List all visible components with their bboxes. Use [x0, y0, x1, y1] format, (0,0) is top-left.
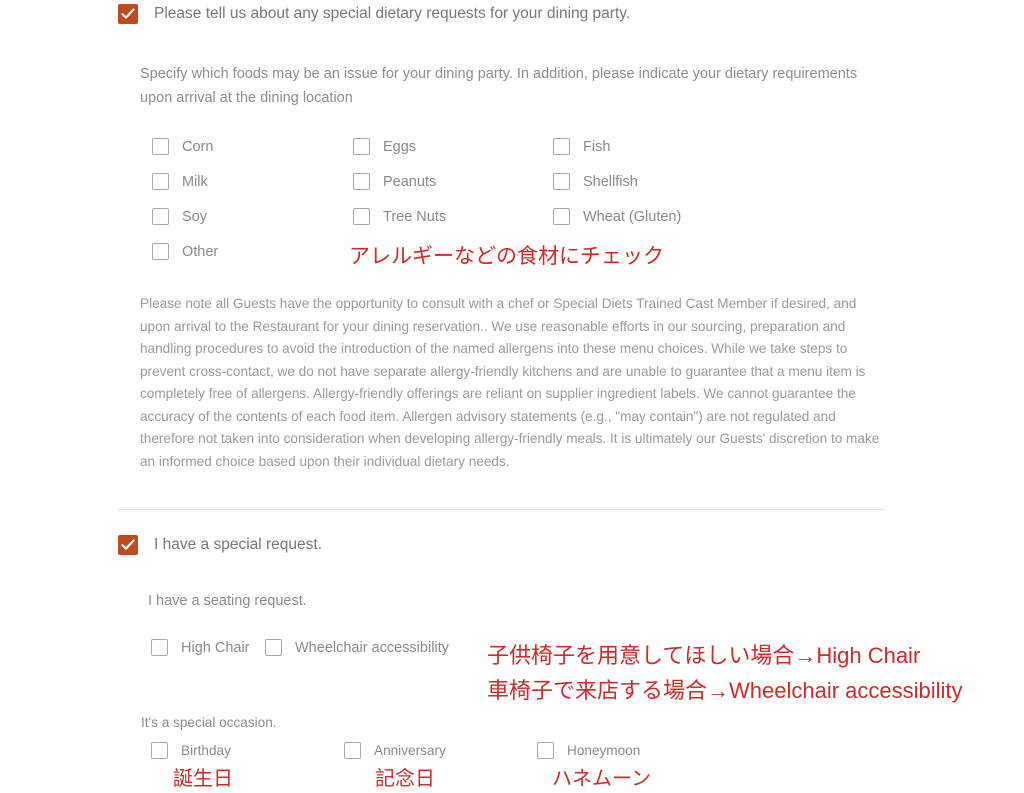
- allergen-option-milk[interactable]: Milk: [152, 173, 208, 190]
- annotation-anniversary: 記念日: [375, 768, 435, 790]
- occasion-label-honeymoon: Honeymoon: [567, 743, 641, 758]
- special-request-header[interactable]: I have a special request.: [118, 535, 322, 555]
- seating-option-high-chair[interactable]: High Chair: [151, 639, 250, 656]
- annotation-wheelchair: 車椅子で来店する場合→Wheelchair accessibility: [487, 678, 963, 703]
- allergen-label-tree-nuts: Tree Nuts: [383, 208, 447, 225]
- allergen-option-peanuts[interactable]: Peanuts: [353, 173, 436, 190]
- allergen-disclaimer-text: Please note all Guests have the opportun…: [140, 296, 880, 469]
- allergen-option-eggs[interactable]: Eggs: [353, 138, 416, 155]
- occasion-label-birthday: Birthday: [181, 743, 231, 758]
- checkbox-wheat[interactable]: [553, 208, 570, 225]
- allergen-option-tree-nuts[interactable]: Tree Nuts: [353, 208, 446, 225]
- allergen-label-milk: Milk: [182, 173, 208, 190]
- seating-label-high-chair: High Chair: [181, 639, 250, 656]
- checkbox-birthday[interactable]: [151, 742, 168, 759]
- special-occasion-label: It's a special occasion.: [141, 715, 277, 730]
- allergen-option-wheat[interactable]: Wheat (Gluten): [553, 208, 681, 225]
- section-divider: [118, 509, 885, 510]
- annotation-high-chair: 子供椅子を用意してほしい場合→High Chair: [487, 643, 921, 668]
- annotation-allergen-check: アレルギーなどの食材にチェック: [349, 245, 664, 268]
- checkbox-eggs[interactable]: [353, 138, 370, 155]
- occasion-option-birthday[interactable]: Birthday: [151, 742, 231, 759]
- allergen-label-other: Other: [182, 243, 219, 260]
- special-request-checkbox[interactable]: [118, 535, 138, 555]
- allergen-option-soy[interactable]: Soy: [152, 208, 207, 225]
- checkbox-shellfish[interactable]: [553, 173, 570, 190]
- checkbox-fish[interactable]: [553, 138, 570, 155]
- checkbox-other[interactable]: [152, 243, 169, 260]
- allergen-label-corn: Corn: [182, 138, 214, 155]
- occasion-label-anniversary: Anniversary: [374, 743, 446, 758]
- checkbox-anniversary[interactable]: [344, 742, 361, 759]
- checkbox-wheelchair-accessibility[interactable]: [265, 639, 282, 656]
- dietary-intro-text: Specify which foods may be an issue for …: [140, 66, 858, 106]
- seating-option-wheelchair[interactable]: Wheelchair accessibility: [265, 639, 449, 656]
- annotation-honeymoon: ハネムーン: [552, 768, 651, 790]
- allergen-label-wheat: Wheat (Gluten): [583, 208, 682, 225]
- dietary-request-checkbox[interactable]: [118, 4, 138, 24]
- seating-request-label: I have a seating request.: [148, 593, 307, 609]
- allergen-label-peanuts: Peanuts: [383, 173, 437, 190]
- checkbox-honeymoon[interactable]: [537, 742, 554, 759]
- checkbox-soy[interactable]: [152, 208, 169, 225]
- checkbox-milk[interactable]: [152, 173, 169, 190]
- allergen-label-eggs: Eggs: [383, 138, 417, 155]
- dietary-request-label: Please tell us about any special dietary…: [154, 5, 631, 22]
- occasion-option-anniversary[interactable]: Anniversary: [344, 742, 446, 759]
- allergen-option-other[interactable]: Other: [152, 243, 218, 260]
- allergen-option-shellfish[interactable]: Shellfish: [553, 173, 638, 190]
- special-request-label: I have a special request.: [154, 536, 323, 553]
- allergen-option-corn[interactable]: Corn: [152, 138, 213, 155]
- checkbox-corn[interactable]: [152, 138, 169, 155]
- dietary-request-header[interactable]: Please tell us about any special dietary…: [118, 4, 630, 24]
- allergen-label-soy: Soy: [182, 208, 207, 225]
- occasion-option-honeymoon[interactable]: Honeymoon: [537, 742, 640, 759]
- seating-label-wheelchair-accessibility: Wheelchair accessibility: [295, 639, 449, 656]
- allergen-option-fish[interactable]: Fish: [553, 138, 610, 155]
- annotation-birthday: 誕生日: [173, 768, 233, 790]
- allergen-label-shellfish: Shellfish: [583, 173, 638, 190]
- dining-reservation-form: Please tell us about any special dietary…: [0, 0, 1024, 793]
- allergen-label-fish: Fish: [583, 138, 611, 155]
- checkbox-tree-nuts[interactable]: [353, 208, 370, 225]
- checkbox-high-chair[interactable]: [151, 639, 168, 656]
- checkbox-peanuts[interactable]: [353, 173, 370, 190]
